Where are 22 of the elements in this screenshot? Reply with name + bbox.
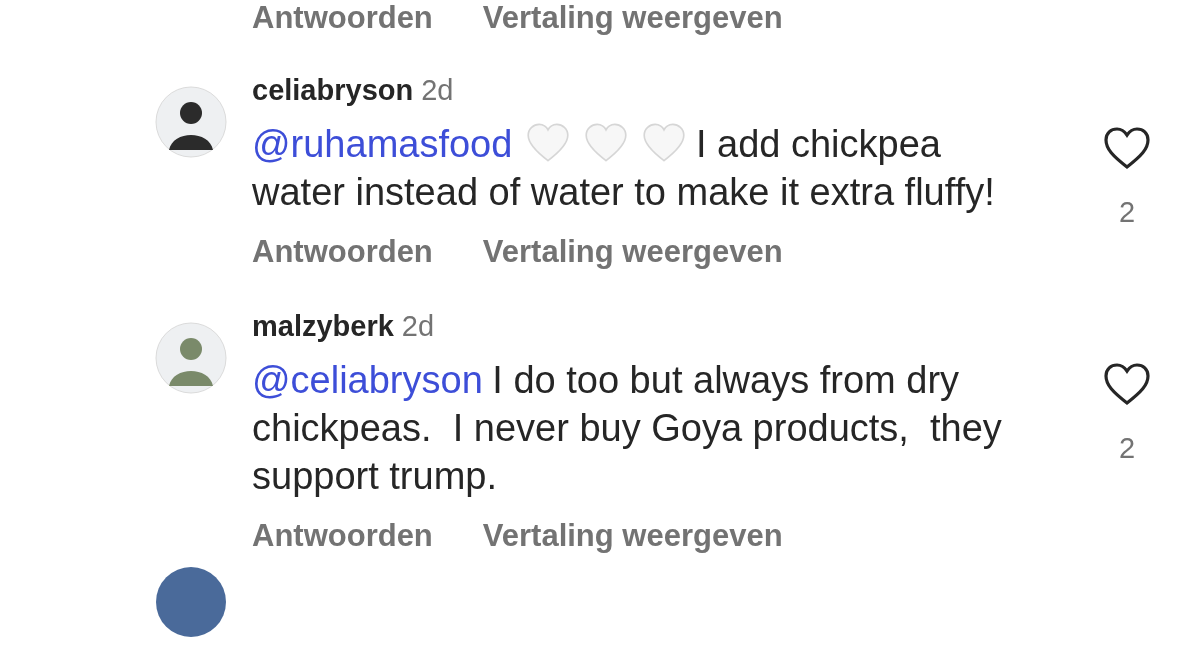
comment-text: @celiabryson I do too but always from dry chickpeas. I never buy Goya products, they support trump. (252, 358, 1003, 499)
reply-link[interactable]: Antwoorden (252, 234, 433, 270)
translation-link[interactable]: Vertaling weergeven (482, 0, 783, 36)
username[interactable]: celiabryson (252, 74, 414, 107)
timestamp: 2d (421, 74, 454, 107)
translation-link[interactable]: Vertaling weergeven (482, 518, 783, 554)
mention-link[interactable]: @celiabryson (252, 359, 483, 401)
translation-link[interactable]: Vertaling weergeven (482, 234, 783, 270)
timestamp: 2d (401, 310, 435, 343)
like-count: 2 (1118, 196, 1136, 229)
mention-link[interactable]: @ruhamasfood (252, 123, 513, 165)
comment-text: @ruhamasfood I add chickpea water instead of water to make it extra fluffy! (252, 122, 996, 215)
heart-icon[interactable] (1103, 126, 1151, 170)
heart-icon[interactable] (1103, 362, 1151, 406)
heart-icon (642, 123, 687, 163)
heart-icon (526, 123, 571, 163)
reply-link[interactable]: Antwoorden (252, 518, 433, 554)
like-count: 2 (1118, 432, 1136, 465)
username[interactable]: malzyberk (252, 310, 394, 343)
reply-link[interactable]: Antwoorden (252, 0, 433, 36)
avatar[interactable] (155, 86, 227, 158)
heart-icon (584, 123, 629, 163)
